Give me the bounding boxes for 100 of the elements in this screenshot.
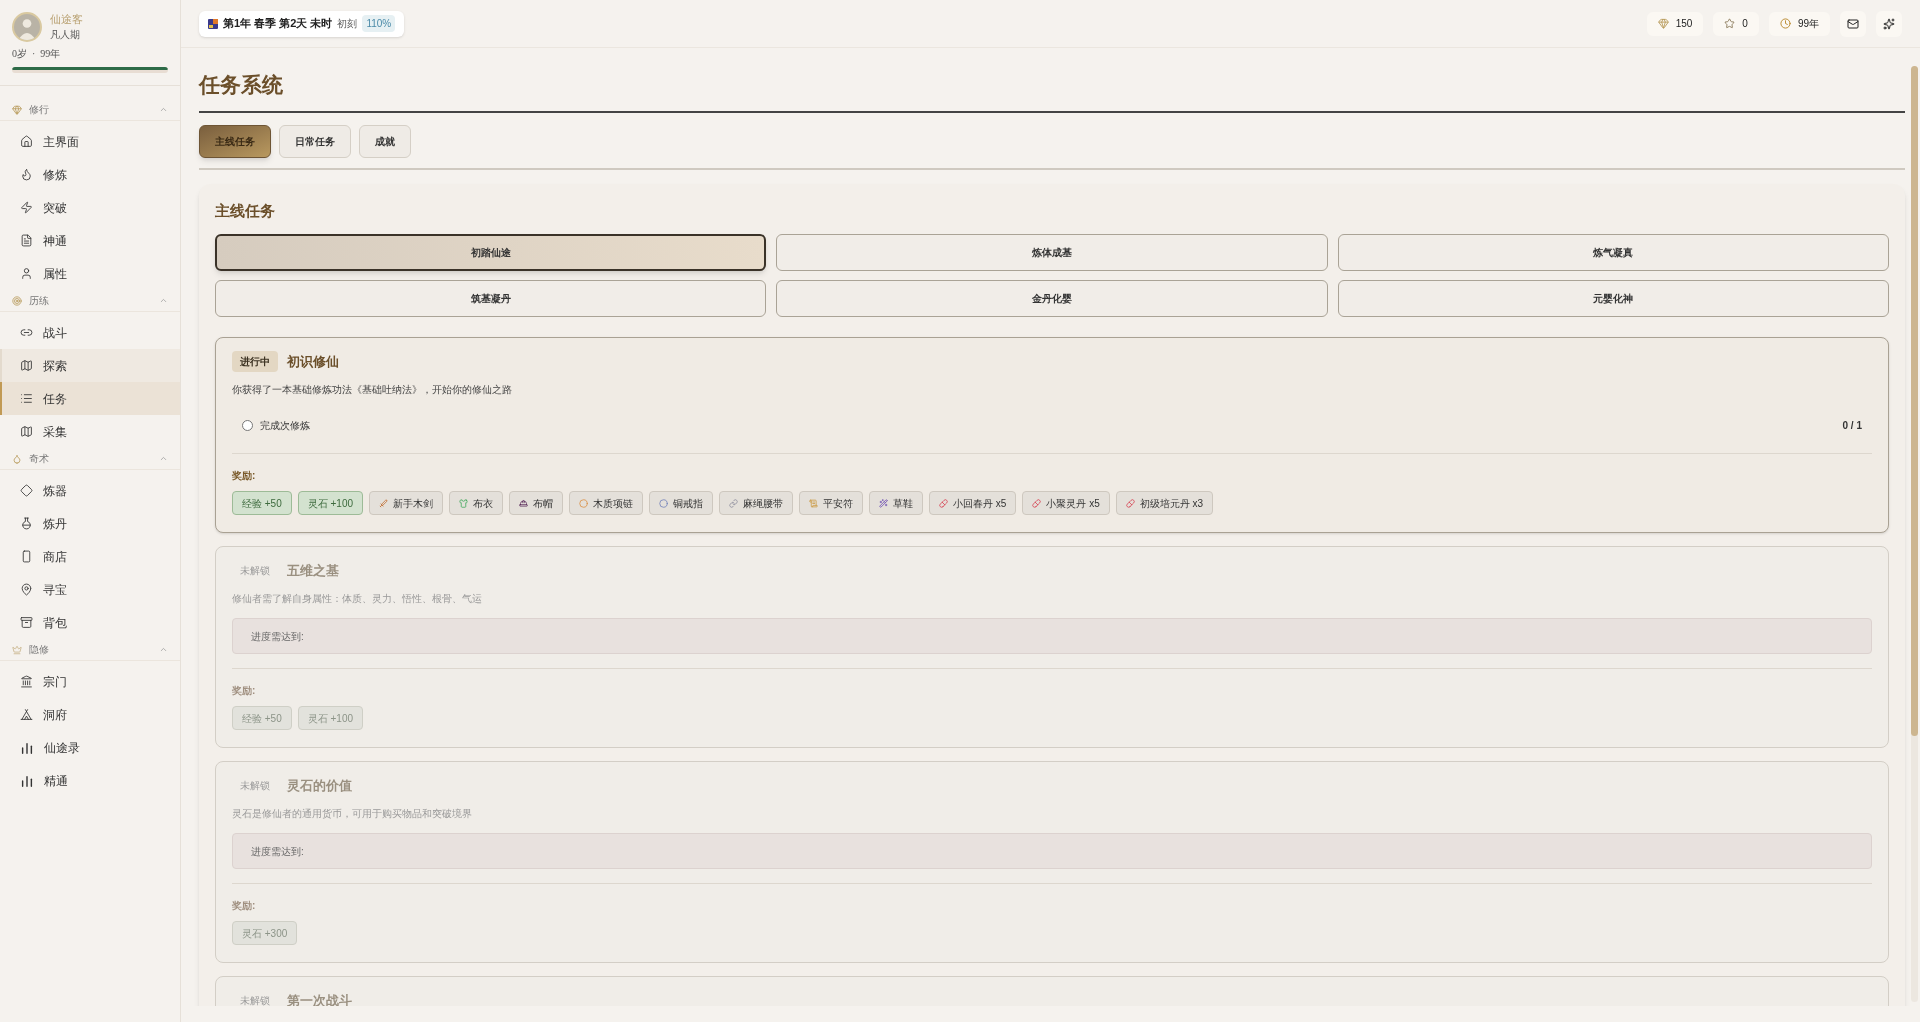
- scroll-icon: [809, 498, 819, 508]
- stat-chip: 150: [1646, 11, 1704, 36]
- sparkle-button[interactable]: [1876, 10, 1902, 37]
- mail-icon: [1847, 17, 1859, 30]
- nav-item[interactable]: 商店: [0, 540, 180, 573]
- nav-item[interactable]: 宗门: [0, 665, 180, 698]
- reward-tag: 平安符: [799, 491, 864, 515]
- nav-item[interactable]: 炼丹: [0, 507, 180, 540]
- nav-item[interactable]: 精通: [0, 764, 180, 797]
- nav-item[interactable]: 神通: [0, 224, 180, 257]
- map-icon: [20, 425, 33, 438]
- flask-icon: [20, 517, 33, 530]
- status-label: 未解锁: [239, 994, 271, 1006]
- gem-icon: [12, 104, 22, 115]
- quest-title: 灵石的价值: [287, 776, 352, 795]
- nav-item[interactable]: 修炼: [0, 158, 180, 191]
- rewards-label: 奖励:: [232, 684, 257, 698]
- progress-requirement: 进度需达到:: [232, 618, 1872, 654]
- quest-title: 五维之基: [287, 561, 339, 580]
- bar-chart-icon: [20, 740, 34, 755]
- reward-tag: 经验 +50: [232, 706, 292, 730]
- target-icon: [12, 295, 22, 306]
- stat-chip: 0: [1713, 11, 1759, 36]
- reward-tag: 草鞋: [869, 491, 924, 515]
- flame-icon: [20, 168, 33, 181]
- nav-item[interactable]: 仙途录: [0, 731, 180, 764]
- lightning-icon: [20, 201, 33, 214]
- nav-item[interactable]: 背包: [0, 606, 180, 639]
- hat-icon: [519, 498, 529, 508]
- player-name: 仙途客: [50, 12, 83, 27]
- mail-button[interactable]: [1840, 10, 1866, 37]
- scrollbar[interactable]: [1911, 66, 1918, 1002]
- pill-icon: [939, 498, 949, 508]
- document-icon: [20, 234, 33, 247]
- reward-tag: 铜戒指: [649, 491, 714, 515]
- stage-button[interactable]: 炼气凝真: [1337, 234, 1889, 271]
- scrollbar-thumb[interactable]: [1911, 66, 1918, 736]
- tab[interactable]: 日常任务: [279, 124, 351, 158]
- stage-button[interactable]: 初踏仙途: [215, 234, 767, 271]
- rectangle-icon: [20, 550, 33, 563]
- nav-item[interactable]: 寻宝: [0, 573, 180, 606]
- progress-requirement: 进度需达到:: [232, 833, 1872, 869]
- nav-item[interactable]: 任务: [0, 382, 180, 415]
- diamond-icon: [20, 484, 33, 497]
- objective-count: 0 / 1: [1842, 418, 1862, 433]
- chevron-icon[interactable]: [159, 454, 168, 463]
- pill-icon: [1032, 498, 1042, 508]
- drop-icon: [12, 453, 22, 464]
- nav-item[interactable]: 战斗: [0, 316, 180, 349]
- stage-button[interactable]: 筑基凝丹: [215, 280, 767, 317]
- speed-badge: 110%: [362, 15, 396, 32]
- age-label: 0岁: [12, 47, 27, 61]
- chevron-icon[interactable]: [159, 296, 168, 305]
- quest-description: 灵石是修仙者的通用货币，可用于购买物品和突破境界: [232, 807, 473, 821]
- quest-description: 你获得了一本基础修炼功法《基础吐纳法》，开始你的修仙之路: [232, 383, 513, 397]
- nav-item[interactable]: 探索: [0, 349, 180, 382]
- box-icon: [20, 616, 33, 629]
- status-label: 未解锁: [239, 779, 271, 793]
- avatar[interactable]: [12, 12, 42, 42]
- quest-title: 初识修仙: [287, 352, 339, 371]
- period-text: 初刻: [337, 17, 358, 31]
- chevron-icon[interactable]: [159, 105, 168, 114]
- pill-icon: [1125, 498, 1135, 508]
- nav-item[interactable]: 炼器: [0, 474, 180, 507]
- status-badge: 进行中: [232, 351, 278, 372]
- reward-tag: 灵石 +300: [232, 921, 298, 945]
- nav-item[interactable]: 突破: [0, 191, 180, 224]
- nav-item[interactable]: 采集: [0, 415, 180, 448]
- clock-icon: [1779, 18, 1791, 29]
- realm-label: 凡人期: [50, 28, 81, 42]
- section-heading: 隐修: [29, 643, 49, 657]
- objective-radio[interactable]: [242, 419, 253, 431]
- reward-tag: 麻绳腰带: [719, 491, 794, 515]
- pin-icon: [20, 583, 33, 596]
- rewards-label: 奖励:: [232, 469, 257, 483]
- tab[interactable]: 成就: [359, 124, 411, 158]
- reward-tag: 新手木剑: [369, 491, 444, 515]
- reward-tag: 小回春丹 x5: [929, 491, 1017, 515]
- gem-icon: [1657, 18, 1669, 29]
- section-heading: 修行: [29, 103, 49, 117]
- reward-tag: 木质项链: [569, 491, 644, 515]
- status-label: 未解锁: [239, 564, 271, 578]
- chevron-icon[interactable]: [159, 645, 168, 654]
- nav-item[interactable]: 主界面: [0, 125, 180, 158]
- house-icon: [20, 135, 33, 148]
- nav-item[interactable]: 洞府: [0, 698, 180, 731]
- rewards-label: 奖励:: [232, 899, 257, 913]
- stage-button[interactable]: 炼体成基: [776, 234, 1328, 271]
- person-icon: [20, 267, 33, 280]
- star-icon: [1724, 18, 1736, 29]
- calendar-icon: [208, 18, 218, 29]
- stat-chip: 99年: [1768, 11, 1830, 36]
- stage-button[interactable]: 元婴化神: [1337, 280, 1889, 317]
- reward-tag: 小聚灵丹 x5: [1022, 491, 1110, 515]
- tab[interactable]: 主线任务: [199, 124, 271, 158]
- stage-button[interactable]: 金丹化婴: [776, 280, 1328, 317]
- separator-dot: ·: [32, 47, 36, 61]
- shirt-icon: [459, 498, 469, 508]
- ring-icon: [659, 498, 669, 508]
- nav-item[interactable]: 属性: [0, 257, 180, 290]
